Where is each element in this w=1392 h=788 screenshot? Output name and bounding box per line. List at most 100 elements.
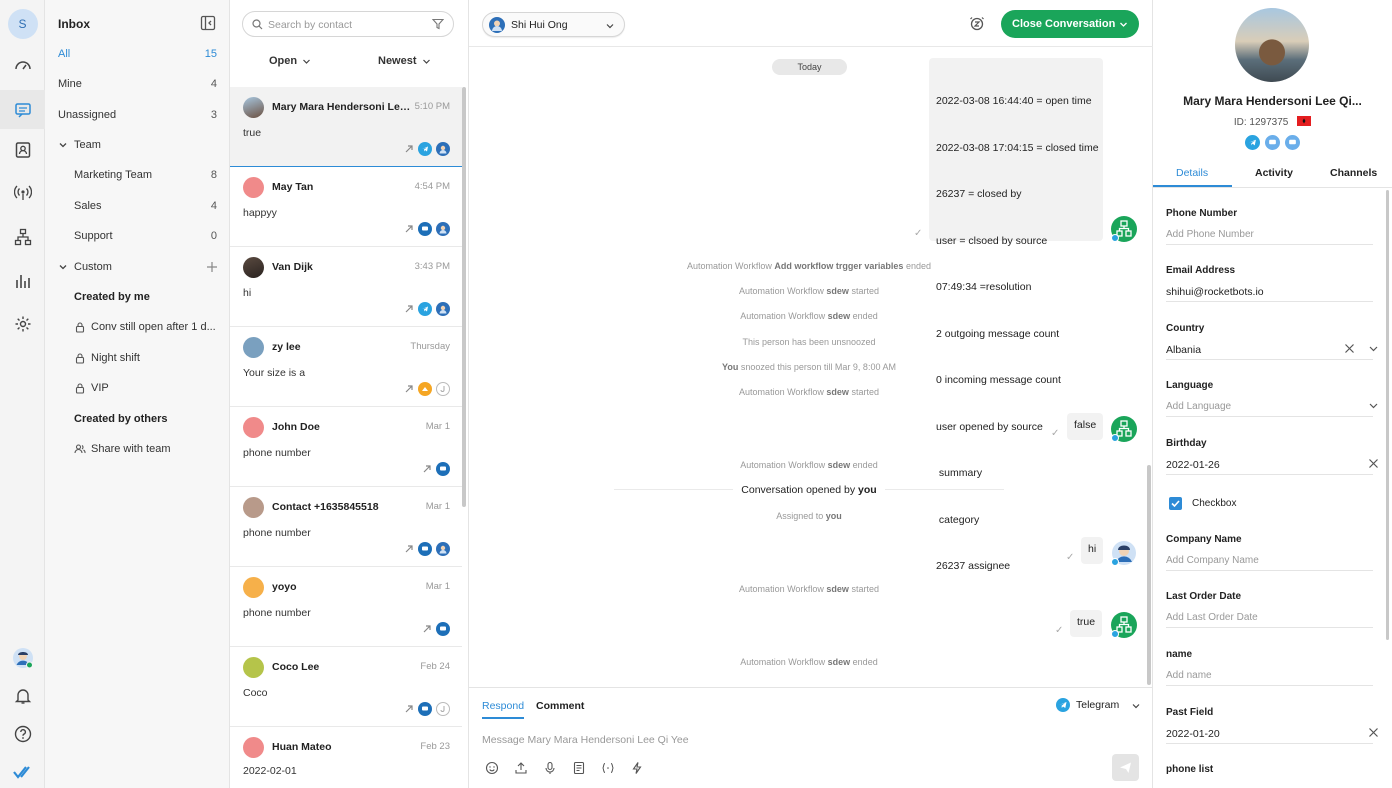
telegram-icon: [418, 302, 432, 316]
sidebar-item-support[interactable]: Support 0: [45, 225, 230, 249]
sidebar-item-marketing-team[interactable]: Marketing Team 8: [45, 164, 230, 188]
conversation-item[interactable]: yoyo Mar 1 phone number: [230, 567, 462, 647]
conversation-item[interactable]: May Tan 4:54 PM happyy: [230, 167, 462, 247]
name-field[interactable]: name Add name: [1166, 649, 1373, 686]
contact-avatar: [243, 257, 264, 278]
birthday-field[interactable]: Birthday 2022-01-26: [1166, 438, 1378, 475]
system-message: Automation Workflow sdew started: [739, 286, 879, 296]
conversation-meta: [422, 462, 450, 476]
conversation-item[interactable]: John Doe Mar 1 phone number: [230, 407, 462, 487]
conversation-item[interactable]: zy lee Thursday Your size is a: [230, 327, 462, 407]
chevron-down-icon[interactable]: [1368, 343, 1379, 354]
sidebar-team-toggle[interactable]: Team: [45, 134, 230, 158]
close-conversation-button[interactable]: Close Conversation: [1001, 10, 1139, 38]
telegram-icon[interactable]: [1245, 135, 1260, 150]
agent-avatar-icon[interactable]: [7, 642, 38, 673]
template-icon[interactable]: [572, 761, 586, 775]
microphone-icon[interactable]: [543, 761, 557, 775]
system-message: This person has been unsnoozed: [742, 337, 876, 347]
chevron-down-icon[interactable]: [1119, 20, 1128, 29]
channel-icon: [418, 382, 432, 396]
sidebar-custom-view-1[interactable]: Night shift: [45, 347, 230, 371]
phone-list-field[interactable]: phone list: [1166, 764, 1373, 775]
clear-icon[interactable]: [1368, 458, 1379, 469]
inbox-icon[interactable]: [0, 90, 45, 129]
conversation-item[interactable]: Huan Mateo Feb 23 2022-02-01: [230, 727, 462, 788]
filter-icon[interactable]: [432, 18, 444, 30]
send-button[interactable]: [1112, 754, 1139, 781]
conversation-meta: [404, 382, 450, 396]
sidebar-item-all[interactable]: All 15: [45, 43, 230, 67]
emoji-icon[interactable]: [485, 761, 499, 775]
lightning-icon[interactable]: [630, 761, 644, 775]
livechat-icon: [436, 462, 450, 476]
search-input[interactable]: Search by contact: [242, 11, 454, 37]
notifications-bell-icon[interactable]: [7, 680, 38, 711]
tab-activity[interactable]: Activity: [1255, 167, 1293, 179]
profile-scrollbar[interactable]: [1386, 190, 1389, 640]
language-field[interactable]: Language Add Language: [1166, 380, 1378, 417]
chevron-down-icon[interactable]: [1368, 400, 1379, 411]
sidebar-custom-view-0[interactable]: Conv still open after 1 d...: [45, 316, 230, 340]
email-field[interactable]: Email Address shihui@rocketbots.io: [1166, 265, 1373, 302]
send-icon: [1120, 762, 1131, 773]
livechat-icon[interactable]: [1265, 135, 1280, 150]
dashboard-icon[interactable]: [7, 49, 38, 80]
outgoing-arrow-icon: [423, 625, 431, 633]
tab-details[interactable]: Details: [1176, 167, 1208, 179]
chevron-down-icon: [303, 59, 311, 64]
help-icon[interactable]: [7, 718, 38, 749]
conversation-item[interactable]: Contact +1635845518 Mar 1 phone number: [230, 487, 462, 567]
workflow-icon[interactable]: [7, 221, 38, 252]
message-composer: Respond Comment Telegram Message Mary Ma…: [469, 687, 1153, 788]
phone-number-field[interactable]: Phone Number Add Phone Number: [1166, 208, 1373, 245]
tab-respond[interactable]: Respond: [482, 700, 525, 719]
last-order-date-field[interactable]: Last Order Date Add Last Order Date: [1166, 591, 1373, 628]
collapse-sidebar-icon[interactable]: [200, 15, 216, 31]
search-icon: [252, 19, 263, 30]
add-custom-view-icon[interactable]: [206, 261, 218, 273]
settings-gear-icon[interactable]: [7, 308, 38, 339]
company-name-field[interactable]: Company Name Add Company Name: [1166, 534, 1373, 571]
sort-filter-dropdown[interactable]: Newest: [378, 55, 431, 67]
chat-scrollbar[interactable]: [1147, 465, 1151, 685]
sent-check-icon: ✓: [914, 228, 923, 239]
sidebar-custom-view-2[interactable]: VIP: [45, 377, 230, 401]
system-message: Automation Workflow sdew ended: [740, 311, 878, 321]
variable-icon[interactable]: [601, 761, 615, 775]
system-message: Automation Workflow sdew started: [739, 387, 879, 397]
sidebar-item-mine[interactable]: Mine 4: [45, 73, 230, 97]
tab-channels[interactable]: Channels: [1330, 167, 1377, 179]
inbox-sidebar: Inbox All 15 Mine 4 Unassigned 3 Team Ma…: [45, 0, 230, 788]
country-field[interactable]: Country Albania: [1166, 323, 1378, 360]
system-message: Assigned to you: [776, 511, 842, 521]
status-filter-dropdown[interactable]: Open: [269, 55, 311, 67]
conversation-meta: [404, 302, 450, 316]
snooze-clock-icon[interactable]: [969, 15, 985, 31]
sidebar-item-unassigned[interactable]: Unassigned 3: [45, 104, 230, 128]
upload-icon[interactable]: [514, 761, 528, 775]
reports-icon[interactable]: [7, 265, 38, 296]
livechat-icon[interactable]: [1285, 135, 1300, 150]
assignee-dropdown[interactable]: Shi Hui Ong: [482, 12, 625, 37]
conversation-list-scrollbar[interactable]: [462, 87, 466, 507]
conversation-item[interactable]: Van Dijk 3:43 PM hi: [230, 247, 462, 327]
nav-rail: S: [0, 0, 45, 788]
user-avatar[interactable]: S: [7, 8, 38, 39]
conversation-item[interactable]: Mary Mara Hendersoni Lee ... 5:10 PM tru…: [230, 87, 462, 167]
system-message: Automation Workflow sdew ended: [740, 657, 878, 667]
sidebar-share-with-team[interactable]: Share with team: [45, 438, 230, 462]
sidebar-custom-toggle[interactable]: Custom: [45, 256, 230, 280]
broadcast-icon[interactable]: [7, 177, 38, 208]
clear-icon[interactable]: [1368, 727, 1379, 738]
checkbox-field[interactable]: [1169, 497, 1182, 510]
sidebar-item-sales[interactable]: Sales 4: [45, 195, 230, 219]
outgoing-arrow-icon: [405, 385, 413, 393]
tab-comment[interactable]: Comment: [536, 700, 584, 712]
contacts-icon[interactable]: [7, 134, 38, 165]
outgoing-arrow-icon: [405, 225, 413, 233]
past-field[interactable]: Past Field 2022-01-20: [1166, 707, 1378, 744]
conversation-item[interactable]: Coco Lee Feb 24 Coco: [230, 647, 462, 727]
message-input[interactable]: Message Mary Mara Hendersoni Lee Qi Yee: [482, 734, 689, 746]
clear-icon[interactable]: [1344, 343, 1355, 354]
